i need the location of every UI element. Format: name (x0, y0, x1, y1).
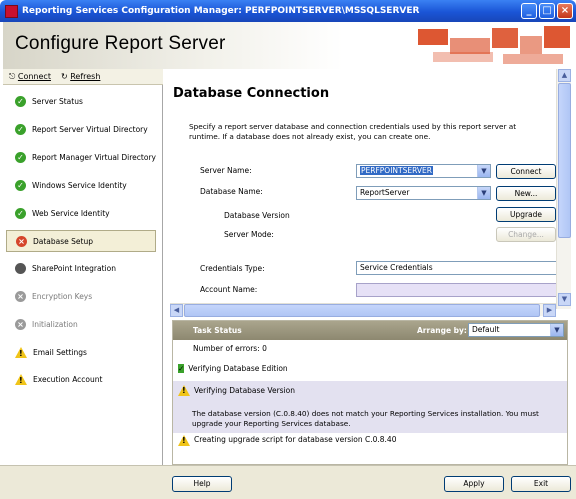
minimize-button[interactable]: _ (521, 3, 537, 19)
sidebar-item-windows-service-identity[interactable]: ✓ Windows Service Identity (6, 174, 156, 196)
decorative-block (418, 29, 448, 45)
connect-button[interactable]: Connect (496, 164, 556, 179)
task-row-verify-edition: ✓ Verifying Database Edition (178, 364, 288, 373)
sidebar-item-initialization[interactable]: × Initialization (6, 313, 156, 335)
decorative-block (544, 26, 570, 48)
upgrade-button[interactable]: Upgrade (496, 207, 556, 222)
scroll-thumb-horizontal[interactable] (184, 304, 540, 317)
apply-button[interactable]: Apply (444, 476, 504, 492)
gray-circle-icon: × (15, 318, 26, 330)
database-name-combo[interactable]: ReportServer ▼ (356, 186, 491, 200)
check-circle-icon: ✓ (178, 364, 185, 373)
window-titlebar: Reporting Services Configuration Manager… (0, 0, 576, 22)
main-panel: Database Connection Specify a report ser… (164, 69, 574, 465)
close-button[interactable]: × (557, 3, 573, 19)
sidebar: ✓ Server Status ✓ Report Server Virtual Di… (3, 85, 163, 465)
chevron-down-icon[interactable]: ▼ (550, 324, 563, 336)
credentials-type-value: Service Credentials (360, 263, 433, 272)
vertical-scrollbar[interactable]: ▲ ▼ (556, 69, 571, 309)
toolbar: ⎋ Connect ↻ Refresh (3, 69, 163, 85)
horizontal-scrollbar[interactable]: ◀ ▶ (170, 303, 556, 317)
page-title: Configure Report Server (15, 33, 226, 54)
connect-link[interactable]: ⎋ Connect (9, 72, 51, 82)
footer-bar: Help Apply Exit (0, 465, 576, 499)
version-mismatch-message: The database version (C.0.8.40) does not… (192, 409, 539, 428)
help-button[interactable]: Help (172, 476, 232, 492)
sidebar-item-web-service-identity[interactable]: ✓ Web Service Identity (6, 202, 156, 224)
errors-count-row: Number of errors: 0 (193, 344, 267, 353)
sidebar-item-encryption-keys[interactable]: × Encryption Keys (6, 285, 156, 307)
app-icon (5, 4, 18, 18)
warning-triangle-icon (15, 373, 27, 386)
scroll-right-arrow-icon[interactable]: ▶ (543, 304, 556, 317)
exit-button[interactable]: Exit (511, 476, 571, 492)
check-circle-icon: ✓ (15, 151, 26, 163)
decorative-block (492, 28, 518, 48)
server-name-combo[interactable]: PERFPOINTSERVER ▼ (356, 164, 491, 178)
scroll-thumb[interactable] (558, 83, 571, 238)
check-circle-icon: ✓ (15, 179, 26, 191)
section-description: Specify a report server database and con… (189, 122, 517, 141)
sidebar-item-report-manager-virtual-directory[interactable]: ✓ Report Manager Virtual Directory (6, 146, 156, 168)
decorative-block (520, 36, 542, 54)
header-banner: Configure Report Server (3, 22, 573, 69)
sidebar-item-server-status[interactable]: ✓ Server Status (6, 90, 156, 112)
database-name-value: ReportServer (360, 188, 410, 197)
arrange-by-select[interactable]: Default ▼ (468, 323, 564, 337)
chevron-down-icon[interactable]: ▼ (477, 165, 490, 177)
section-title: Database Connection (173, 86, 330, 101)
task-row-upgrade-script: Creating upgrade script for database ver… (173, 435, 567, 446)
credentials-type-label: Credentials Type: (200, 264, 265, 273)
gray-circle-icon: × (15, 290, 26, 302)
account-name-label: Account Name: (200, 285, 258, 294)
sidebar-item-database-setup[interactable]: × Database Setup (6, 230, 156, 252)
window-title: Reporting Services Configuration Manager… (22, 6, 420, 16)
chevron-down-icon[interactable]: ▼ (477, 187, 490, 199)
task-row-verify-version: Verifying Database Version The database … (173, 381, 567, 433)
warning-triangle-icon (178, 435, 190, 446)
decorative-block (433, 52, 493, 62)
warning-triangle-icon (15, 346, 27, 359)
task-status-header: Task Status Arrange by: Default ▼ (173, 321, 567, 340)
check-circle-icon: ✓ (15, 95, 26, 107)
refresh-link[interactable]: ↻ Refresh (61, 72, 100, 81)
decorative-block (503, 54, 563, 64)
scroll-left-arrow-icon[interactable]: ◀ (170, 304, 183, 317)
database-connection-panel: Database Connection Specify a report ser… (164, 69, 556, 305)
server-mode-label: Server Mode: (224, 230, 274, 239)
sidebar-item-email-settings[interactable]: Email Settings (6, 341, 156, 363)
x-circle-icon: × (16, 235, 27, 247)
new-database-button[interactable]: New... (496, 186, 556, 201)
maximize-button[interactable]: □ (539, 3, 555, 19)
warning-triangle-icon (178, 385, 190, 396)
dark-circle-icon (15, 262, 26, 274)
scroll-up-arrow-icon[interactable]: ▲ (558, 69, 571, 82)
check-circle-icon: ✓ (15, 123, 26, 135)
server-name-value: PERFPOINTSERVER (360, 166, 433, 175)
task-status-title: Task Status (193, 326, 242, 335)
sidebar-item-sharepoint-integration[interactable]: SharePoint Integration (6, 257, 156, 279)
database-version-label: Database Version (224, 211, 290, 220)
database-name-label: Database Name: (200, 187, 263, 196)
sidebar-item-execution-account[interactable]: Execution Account (6, 368, 156, 390)
sidebar-item-report-server-virtual-directory[interactable]: ✓ Report Server Virtual Directory (6, 118, 156, 140)
server-name-label: Server Name: (200, 166, 252, 175)
task-status-panel: Task Status Arrange by: Default ▼ Number… (172, 320, 568, 465)
scroll-down-arrow-icon[interactable]: ▼ (558, 293, 571, 306)
change-mode-button[interactable]: Change... (496, 227, 556, 242)
account-name-input[interactable] (356, 283, 556, 297)
check-circle-icon: ✓ (15, 207, 26, 219)
arrange-by-label: Arrange by: (417, 326, 467, 335)
credentials-type-field[interactable]: Service Credentials (356, 261, 556, 275)
